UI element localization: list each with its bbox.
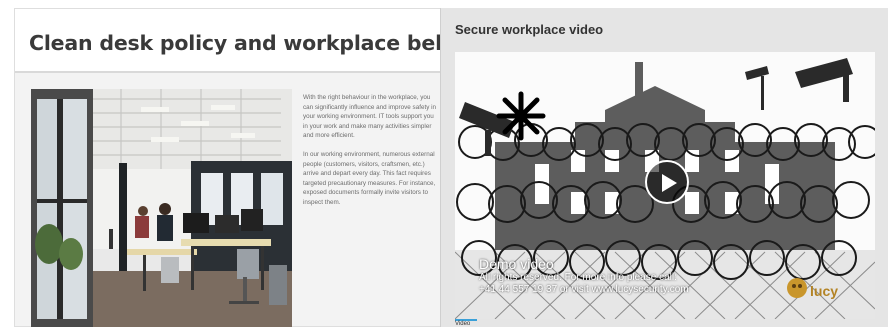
video-caption-contact: +41 44 557 19 37 or visit www.lucysecuri… bbox=[479, 284, 689, 295]
detail-paragraph: In our working environment, numerous ext… bbox=[303, 150, 436, 206]
tab-video-label: Video bbox=[455, 321, 471, 327]
course-panel: Clean desk policy and workplace behaviou… bbox=[14, 8, 521, 327]
office-photo bbox=[31, 89, 292, 327]
play-button[interactable] bbox=[645, 160, 689, 204]
svg-text:lucy: lucy bbox=[810, 283, 838, 299]
play-icon bbox=[662, 174, 677, 192]
course-text: With the right behaviour in the workplac… bbox=[303, 93, 436, 217]
video-panel: Secure workplace video Demo video All ri… bbox=[440, 8, 888, 327]
video-section-title: Secure workplace video bbox=[455, 22, 604, 37]
course-header: Clean desk policy and workplace behaviou… bbox=[15, 9, 521, 73]
video-caption-title: Demo video bbox=[479, 256, 554, 272]
tab-video[interactable]: Video bbox=[455, 319, 487, 327]
lucy-logo: lucy bbox=[785, 274, 847, 304]
intro-paragraph: With the right behaviour in the workplac… bbox=[303, 94, 437, 140]
video-caption-rights: All rights reserved. For more info pleas… bbox=[479, 272, 677, 283]
video-player[interactable]: Demo video All rights reserved. For more… bbox=[455, 52, 875, 319]
video-caption: Demo video All rights reserved. For more… bbox=[479, 256, 689, 296]
